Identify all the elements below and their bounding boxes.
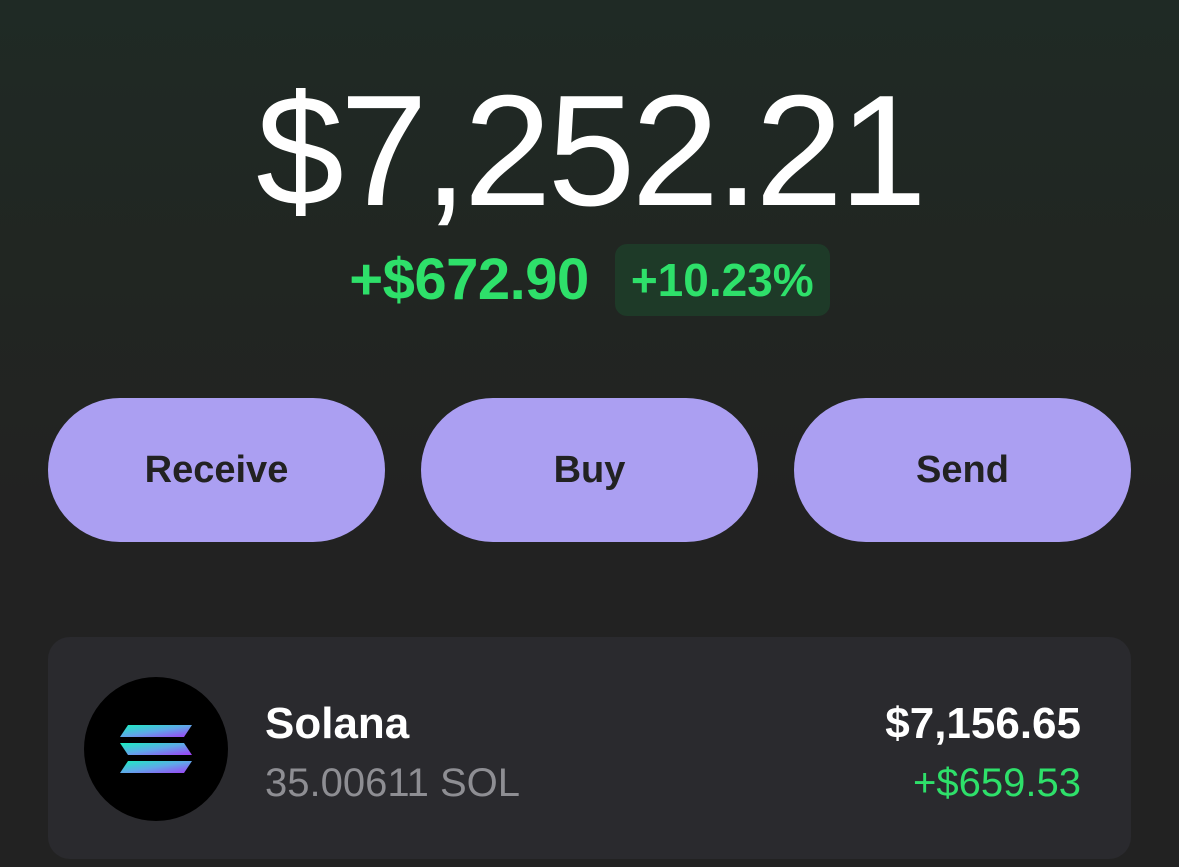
balance-change-row: +$672.90 +10.23% bbox=[0, 244, 1179, 316]
receive-button[interactable]: Receive bbox=[48, 398, 385, 542]
total-balance: $7,252.21 bbox=[256, 63, 927, 239]
token-value: $7,156.65 bbox=[885, 699, 1081, 748]
token-name: Solana bbox=[265, 699, 410, 748]
token-change: +$659.53 bbox=[913, 761, 1081, 805]
balance-change-percent-badge: +10.23% bbox=[614, 244, 830, 316]
token-amount: 35.00611 SOL bbox=[265, 761, 521, 805]
balance-change-amount: +$672.90 bbox=[349, 247, 589, 312]
solana-logo-icon bbox=[84, 677, 228, 821]
token-row-solana[interactable]: Solana 35.00611 SOL $7,156.65 +$659.53 bbox=[48, 637, 1131, 859]
buy-button[interactable]: Buy bbox=[421, 398, 758, 542]
send-button[interactable]: Send bbox=[794, 398, 1131, 542]
action-buttons: Receive Buy Send bbox=[48, 398, 1131, 542]
